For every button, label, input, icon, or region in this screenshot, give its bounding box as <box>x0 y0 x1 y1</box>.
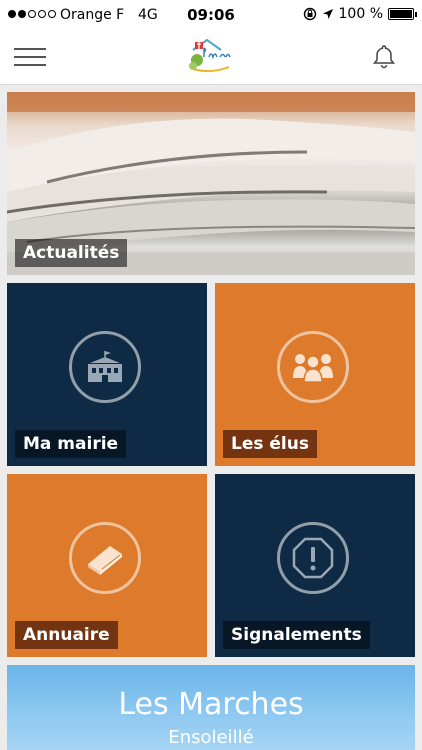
hamburger-menu-icon[interactable] <box>14 46 46 68</box>
app-screen: Orange F 4G 09:06 100 % Actualités Ma ma… <box>0 0 422 750</box>
town-hall-icon <box>69 331 141 403</box>
reports-tile[interactable]: Signalements <box>215 474 415 657</box>
weather-condition: Ensoleillé <box>168 727 254 748</box>
people-icon <box>277 331 349 403</box>
top-navigation-bar <box>0 30 422 85</box>
directory-label: Annuaire <box>15 621 118 649</box>
directory-tile[interactable]: Annuaire <box>7 474 207 657</box>
book-icon <box>69 522 141 594</box>
news-label: Actualités <box>15 239 128 267</box>
battery-level: 100 % <box>338 6 383 22</box>
elected-officials-tile[interactable]: Les élus <box>215 283 415 466</box>
location-arrow-icon <box>322 9 333 19</box>
town-hall-tile[interactable]: Ma mairie <box>7 283 207 466</box>
alert-icon <box>277 522 349 594</box>
town-hall-label: Ma mairie <box>15 430 127 458</box>
news-tile[interactable]: Actualités <box>7 92 415 275</box>
rotation-lock-icon <box>303 7 316 21</box>
reports-label: Signalements <box>223 621 370 649</box>
elected-officials-label: Les élus <box>223 430 317 458</box>
battery-icon <box>388 8 417 20</box>
status-right: 100 % <box>303 6 417 22</box>
les-marches-logo <box>189 38 231 73</box>
weather-tile[interactable]: Les Marches Ensoleillé <box>7 665 415 750</box>
status-bar: Orange F 4G 09:06 100 % <box>0 0 422 30</box>
weather-city: Les Marches <box>118 687 304 722</box>
notification-bell-icon[interactable] <box>370 42 398 70</box>
